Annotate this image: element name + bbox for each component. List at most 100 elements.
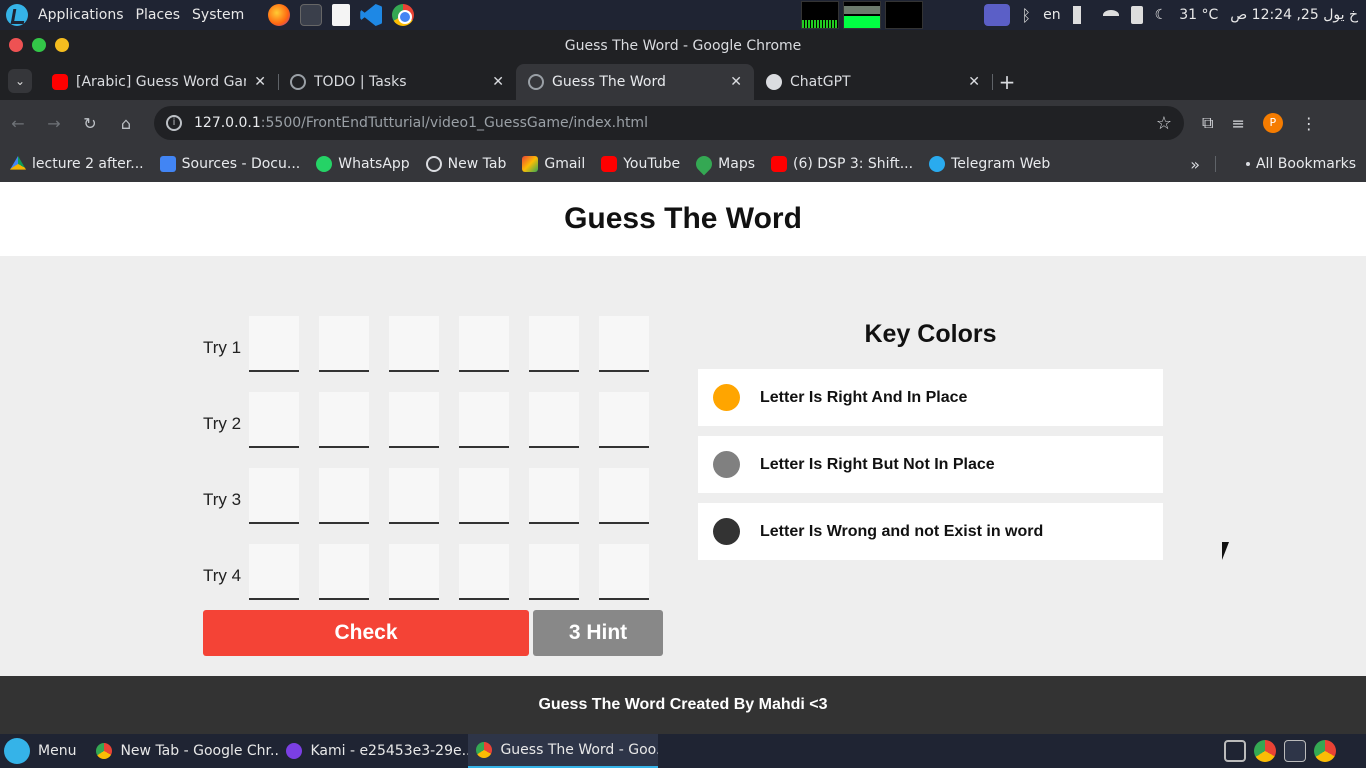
- chrome-icon[interactable]: [1314, 740, 1336, 762]
- vscode-icon[interactable]: [360, 4, 383, 26]
- tab-search-icon[interactable]: ⌄: [8, 69, 32, 93]
- url-text[interactable]: 127.0.0.1:5500/FrontEndTutturial/video1_…: [194, 115, 1144, 131]
- letter-input[interactable]: [319, 316, 369, 372]
- bookmark-lecture[interactable]: lecture 2 after...: [10, 156, 144, 172]
- globe-icon: [290, 74, 306, 90]
- wifi-icon[interactable]: [1102, 10, 1119, 20]
- os-logo-icon[interactable]: [6, 4, 28, 26]
- settings-icon[interactable]: [1284, 740, 1306, 762]
- chatgpt-icon: [766, 74, 782, 90]
- chrome-icon[interactable]: [1254, 740, 1276, 762]
- orange-circle-icon: [713, 384, 740, 411]
- bookmark-telegram[interactable]: Telegram Web: [929, 156, 1050, 172]
- close-tab-icon[interactable]: ✕: [730, 74, 742, 90]
- close-tab-icon[interactable]: ✕: [968, 74, 980, 90]
- tab-chatgpt[interactable]: ChatGPT ✕: [754, 64, 993, 100]
- bookmark-sources[interactable]: Sources - Docu...: [159, 156, 300, 172]
- letter-input[interactable]: [249, 544, 299, 600]
- media-controls-icon[interactable]: ≡: [1231, 114, 1244, 133]
- home-icon[interactable]: ⌂: [108, 114, 144, 133]
- letter-input[interactable]: [599, 316, 649, 372]
- hint-button[interactable]: 3 Hint: [533, 610, 663, 656]
- tab-todo-tasks[interactable]: TODO | Tasks ✕: [278, 64, 516, 100]
- docs-icon: [159, 156, 176, 172]
- letter-input[interactable]: [459, 316, 509, 372]
- clock[interactable]: خ يول 25, 12:24 ص: [1230, 7, 1358, 23]
- keyboard-language[interactable]: en: [1043, 7, 1061, 23]
- chrome-icon: [476, 742, 493, 758]
- workspace-icon[interactable]: [1224, 740, 1246, 762]
- youtube-icon: [52, 74, 68, 90]
- letter-input[interactable]: [599, 468, 649, 524]
- bookmark-whatsapp[interactable]: WhatsApp: [316, 156, 410, 172]
- letter-input[interactable]: [529, 468, 579, 524]
- taskbar-item-kami[interactable]: Kami - e25453e3-29e...: [278, 734, 468, 768]
- letter-input[interactable]: [459, 468, 509, 524]
- tab-arabic-guess-word[interactable]: [Arabic] Guess Word Game ✕: [40, 64, 279, 100]
- close-window-button[interactable]: [9, 38, 23, 52]
- taskbar-item-new-tab[interactable]: New Tab - Google Chr...: [88, 734, 278, 768]
- letter-input[interactable]: [599, 544, 649, 600]
- letter-input[interactable]: [459, 392, 509, 448]
- address-bar[interactable]: i 127.0.0.1:5500/FrontEndTutturial/video…: [154, 106, 1184, 140]
- letter-input[interactable]: [249, 468, 299, 524]
- check-button[interactable]: Check: [203, 610, 529, 656]
- chrome-menu-icon[interactable]: ⋮: [1301, 114, 1317, 133]
- more-bookmarks-icon[interactable]: »: [1190, 155, 1200, 174]
- letter-input[interactable]: [389, 316, 439, 372]
- text-editor-icon[interactable]: [332, 4, 351, 26]
- letter-input[interactable]: [599, 392, 649, 448]
- letter-input[interactable]: [459, 544, 509, 600]
- maximize-window-button[interactable]: [32, 38, 46, 52]
- weather-temp[interactable]: 31 °C: [1179, 7, 1218, 23]
- firefox-icon[interactable]: [268, 4, 291, 26]
- bookmark-new-tab[interactable]: New Tab: [425, 156, 506, 172]
- menu-places[interactable]: Places: [132, 7, 189, 23]
- chrome-icon: [96, 743, 113, 759]
- page-footer: Guess The Word Created By Mahdi <3: [0, 676, 1366, 734]
- letter-input[interactable]: [319, 392, 369, 448]
- bookmark-dsp[interactable]: (6) DSP 3: Shift...: [771, 156, 913, 172]
- letter-input[interactable]: [249, 316, 299, 372]
- letter-input[interactable]: [319, 544, 369, 600]
- menu-system[interactable]: System: [188, 7, 252, 23]
- back-icon[interactable]: ←: [0, 114, 36, 133]
- letter-input[interactable]: [529, 544, 579, 600]
- site-info-icon[interactable]: i: [166, 115, 182, 131]
- letter-input[interactable]: [319, 468, 369, 524]
- new-tab-button[interactable]: +: [992, 70, 1022, 94]
- bluetooth-icon[interactable]: ᛒ: [1022, 6, 1032, 25]
- page-title: Guess The Word: [0, 182, 1366, 256]
- bookmark-maps[interactable]: Maps: [692, 152, 755, 176]
- profile-avatar[interactable]: P: [1262, 113, 1283, 133]
- letter-input[interactable]: [529, 392, 579, 448]
- teams-icon[interactable]: [983, 4, 1010, 26]
- taskbar-item-guess-the-word[interactable]: Guess The Word - Goo...: [468, 734, 659, 768]
- terminal-icon[interactable]: [300, 4, 323, 26]
- letter-input[interactable]: [249, 392, 299, 448]
- bookmark-star-icon[interactable]: ☆: [1156, 113, 1172, 134]
- forward-icon[interactable]: →: [36, 114, 72, 133]
- close-tab-icon[interactable]: ✕: [492, 74, 504, 90]
- volume-icon[interactable]: [1072, 6, 1091, 24]
- chrome-icon[interactable]: [392, 4, 415, 26]
- all-bookmarks-button[interactable]: All Bookmarks: [1245, 156, 1356, 172]
- reload-icon[interactable]: ↻: [72, 114, 108, 133]
- letter-input[interactable]: [529, 316, 579, 372]
- close-tab-icon[interactable]: ✕: [254, 74, 266, 90]
- bookmark-gmail[interactable]: Gmail: [522, 156, 585, 172]
- tab-guess-the-word[interactable]: Guess The Word ✕: [516, 64, 754, 100]
- youtube-icon: [601, 156, 618, 172]
- folder-icon: [1245, 162, 1250, 166]
- browser-toolbar: ← → ↻ ⌂ i 127.0.0.1:5500/FrontEndTutturi…: [0, 100, 1366, 146]
- bookmark-youtube[interactable]: YouTube: [601, 156, 680, 172]
- battery-icon[interactable]: [1130, 6, 1143, 24]
- menu-applications[interactable]: Applications: [34, 7, 132, 23]
- tab-strip: ⌄ [Arabic] Guess Word Game ✕ TODO | Task…: [0, 62, 1366, 100]
- start-menu-button[interactable]: Menu: [0, 738, 88, 764]
- letter-input[interactable]: [389, 544, 439, 600]
- letter-input[interactable]: [389, 468, 439, 524]
- letter-input[interactable]: [389, 392, 439, 448]
- minimize-window-button[interactable]: [55, 38, 69, 52]
- extensions-icon[interactable]: ⧉: [1202, 113, 1213, 133]
